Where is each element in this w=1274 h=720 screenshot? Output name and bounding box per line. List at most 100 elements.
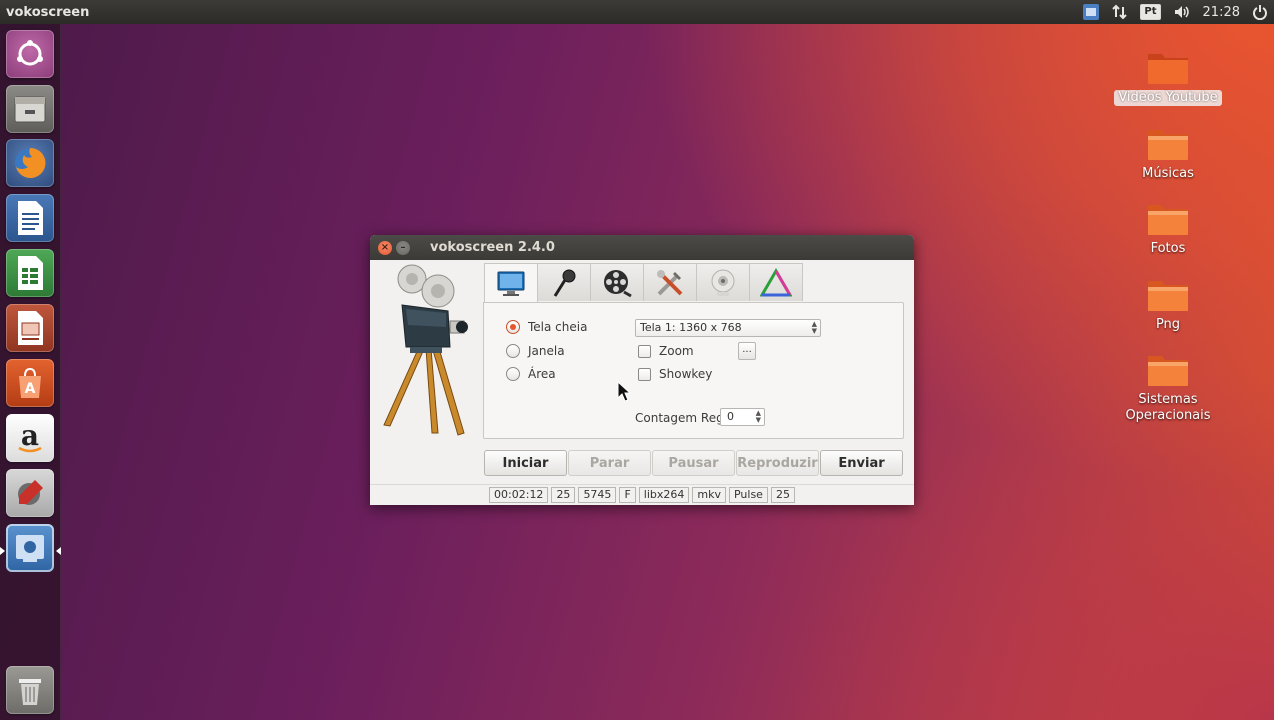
monitor-icon bbox=[497, 271, 525, 296]
vokoscreen-window: × – vokoscreen 2.4.0 Tela cheia Janela Á… bbox=[370, 235, 914, 505]
status-fps-setting: 25 bbox=[770, 487, 795, 503]
desktop-icon-label: Png bbox=[1155, 317, 1181, 332]
countdown-spinbox[interactable]: 0 ▲ ▼ bbox=[720, 408, 765, 426]
running-indicator-left bbox=[0, 547, 5, 555]
window-label: Janela bbox=[528, 344, 565, 358]
showkey-checkbox[interactable] bbox=[638, 367, 651, 381]
countdown-value: 0 bbox=[727, 410, 734, 423]
capture-settings-panel: Tela cheia Janela Área Tela 1: 1360 x 76… bbox=[483, 302, 904, 439]
svg-text:A: A bbox=[25, 381, 36, 397]
fullscreen-radio[interactable] bbox=[506, 320, 520, 334]
running-indicator-right bbox=[56, 547, 61, 555]
status-frames: 5745 bbox=[578, 487, 617, 503]
status-codec: libx264 bbox=[638, 487, 690, 503]
select-arrows-icon: ▲ ▼ bbox=[811, 320, 817, 335]
status-mode: F bbox=[619, 487, 636, 503]
tab-settings[interactable] bbox=[643, 263, 697, 301]
zoom-label: Zoom bbox=[659, 344, 694, 358]
mouse-cursor-icon bbox=[617, 381, 631, 402]
tools-icon bbox=[657, 269, 683, 295]
microphone-icon bbox=[553, 269, 576, 297]
status-fps: 25 bbox=[551, 487, 576, 503]
libreoffice-calc-icon[interactable] bbox=[6, 249, 54, 297]
pause-button[interactable]: Pausar bbox=[652, 450, 735, 476]
play-button[interactable]: Reproduzir bbox=[736, 450, 819, 476]
close-icon: × bbox=[380, 241, 390, 253]
window-option[interactable]: Janela bbox=[506, 344, 565, 358]
folder-icon bbox=[1146, 201, 1190, 237]
volume-icon[interactable] bbox=[1167, 0, 1197, 24]
window-radio[interactable] bbox=[506, 344, 520, 358]
vokoscreen-tray-icon[interactable] bbox=[1076, 0, 1106, 24]
system-settings-icon[interactable] bbox=[6, 469, 54, 517]
minimize-button[interactable]: – bbox=[396, 240, 410, 255]
area-radio[interactable] bbox=[506, 367, 520, 381]
countdown-label: Contagem Reg bbox=[635, 411, 724, 425]
area-label: Área bbox=[528, 367, 556, 381]
trash-icon[interactable] bbox=[6, 666, 54, 714]
showkey-label: Showkey bbox=[659, 367, 713, 381]
minimize-icon: – bbox=[400, 241, 406, 253]
stop-button[interactable]: Parar bbox=[568, 450, 651, 476]
tab-video[interactable] bbox=[590, 263, 644, 301]
close-button[interactable]: × bbox=[378, 240, 392, 255]
files-icon[interactable] bbox=[6, 85, 54, 133]
action-buttons: Iniciar Parar Pausar Reproduzir Enviar bbox=[484, 450, 903, 476]
screen-select-value: Tela 1: 1360 x 768 bbox=[640, 321, 742, 334]
folder-icon bbox=[1146, 277, 1190, 313]
desktop-folder-videos-youtube[interactable]: Videos Youtube bbox=[1108, 50, 1228, 106]
folder-icon bbox=[1146, 126, 1190, 162]
keyboard-layout-label: Pt bbox=[1140, 4, 1161, 20]
desktop-folder-musicas[interactable]: Músicas bbox=[1108, 126, 1228, 182]
desktop-icon-label: Sistemas Operacionais bbox=[1125, 392, 1211, 423]
app-title: vokoscreen bbox=[6, 4, 90, 20]
window-titlebar[interactable]: × – vokoscreen 2.4.0 bbox=[370, 235, 914, 260]
status-format: mkv bbox=[692, 487, 726, 503]
zoom-options-button[interactable]: ... bbox=[738, 342, 756, 360]
network-icon[interactable] bbox=[1106, 0, 1134, 24]
firefox-icon[interactable] bbox=[6, 139, 54, 187]
send-button[interactable]: Enviar bbox=[820, 450, 903, 476]
folder-icon bbox=[1146, 50, 1190, 86]
fullscreen-option[interactable]: Tela cheia bbox=[506, 320, 587, 334]
amazon-icon[interactable]: a bbox=[6, 414, 54, 462]
libreoffice-impress-icon[interactable] bbox=[6, 304, 54, 352]
tab-audio[interactable] bbox=[537, 263, 591, 301]
status-bar: 00:02:12 25 5745 F libx264 mkv Pulse 25 bbox=[370, 484, 914, 505]
keyboard-layout-indicator[interactable]: Pt bbox=[1134, 0, 1166, 24]
spin-arrows-icon: ▲ ▼ bbox=[755, 409, 761, 424]
folder-icon bbox=[1146, 352, 1190, 388]
tab-about[interactable] bbox=[749, 263, 803, 301]
tab-webcam[interactable] bbox=[696, 263, 750, 301]
ubuntu-dash-icon[interactable] bbox=[6, 30, 54, 78]
power-icon[interactable] bbox=[1246, 0, 1274, 24]
triangle-logo-icon bbox=[760, 267, 792, 296]
tab-screen[interactable] bbox=[484, 263, 538, 303]
camera-logo-icon bbox=[383, 264, 468, 436]
vokoscreen-launcher-icon[interactable] bbox=[6, 524, 54, 572]
indicator-area: Pt 21:28 bbox=[1076, 0, 1274, 24]
libreoffice-writer-icon[interactable] bbox=[6, 194, 54, 242]
desktop-icon-label: Músicas bbox=[1142, 166, 1194, 181]
status-audio: Pulse bbox=[728, 487, 768, 503]
zoom-checkbox[interactable] bbox=[638, 344, 651, 358]
desktop-folder-sistemas-operacionais[interactable]: Sistemas Operacionais bbox=[1108, 352, 1228, 424]
screen-select[interactable]: Tela 1: 1360 x 768 ▲ ▼ bbox=[635, 319, 821, 337]
webcam-icon bbox=[711, 269, 735, 296]
desktop-icon-label: Fotos bbox=[1150, 241, 1186, 256]
zoom-option[interactable]: Zoom bbox=[638, 344, 694, 358]
window-title: vokoscreen 2.4.0 bbox=[430, 240, 555, 255]
desktop-folder-png[interactable]: Png bbox=[1108, 277, 1228, 333]
film-reel-icon bbox=[604, 269, 632, 297]
desktop-icon-label: Videos Youtube bbox=[1114, 90, 1222, 106]
clock[interactable]: 21:28 bbox=[1197, 0, 1246, 24]
start-button[interactable]: Iniciar bbox=[484, 450, 567, 476]
area-option[interactable]: Área bbox=[506, 367, 556, 381]
fullscreen-label: Tela cheia bbox=[528, 320, 588, 334]
showkey-option[interactable]: Showkey bbox=[638, 367, 712, 381]
status-time: 00:02:12 bbox=[489, 487, 549, 503]
top-panel: vokoscreen Pt 21:28 bbox=[0, 0, 1274, 24]
tab-bar bbox=[484, 263, 803, 303]
desktop-folder-fotos[interactable]: Fotos bbox=[1108, 201, 1228, 257]
ubuntu-software-icon[interactable]: A bbox=[6, 359, 54, 407]
